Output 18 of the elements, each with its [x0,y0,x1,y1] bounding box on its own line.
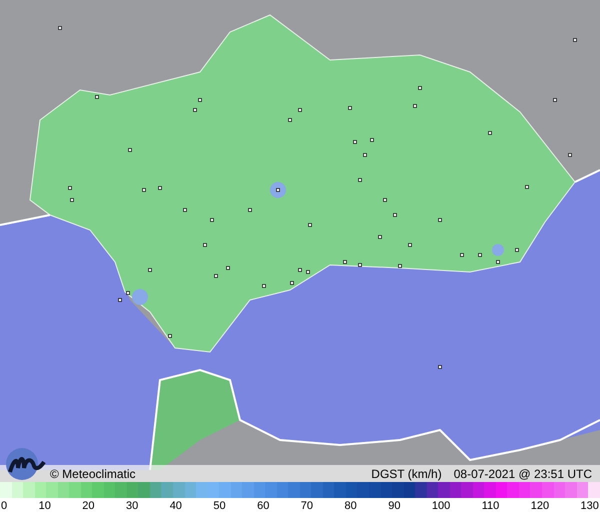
variable-label: DGST (km/h) [371,466,442,482]
scale-tick-label: 60 [257,499,270,514]
scale-tick-label: 20 [82,499,95,514]
scale-tick-label: 80 [344,499,357,514]
timestamp: 08-07-2021 @ 23:51 UTC [454,466,592,482]
scale-tick-label: 30 [126,499,138,514]
scale-tick-label: 90 [388,499,400,514]
scale-tick-label: 40 [170,499,182,514]
scale-tick-label: 0 [1,499,8,514]
scale-tick-label: 130 [580,499,599,514]
scale-tick-label: 100 [432,499,450,514]
scale-tick-label: 10 [38,499,51,514]
scale-tick-label: 120 [530,499,550,514]
logo-icon [4,446,46,482]
scale-tick-label: 70 [300,499,314,514]
scale-tick-label: 110 [482,499,500,514]
copyright-text: © Meteoclimatic [50,466,136,482]
scale-tick-label: 50 [213,499,226,514]
